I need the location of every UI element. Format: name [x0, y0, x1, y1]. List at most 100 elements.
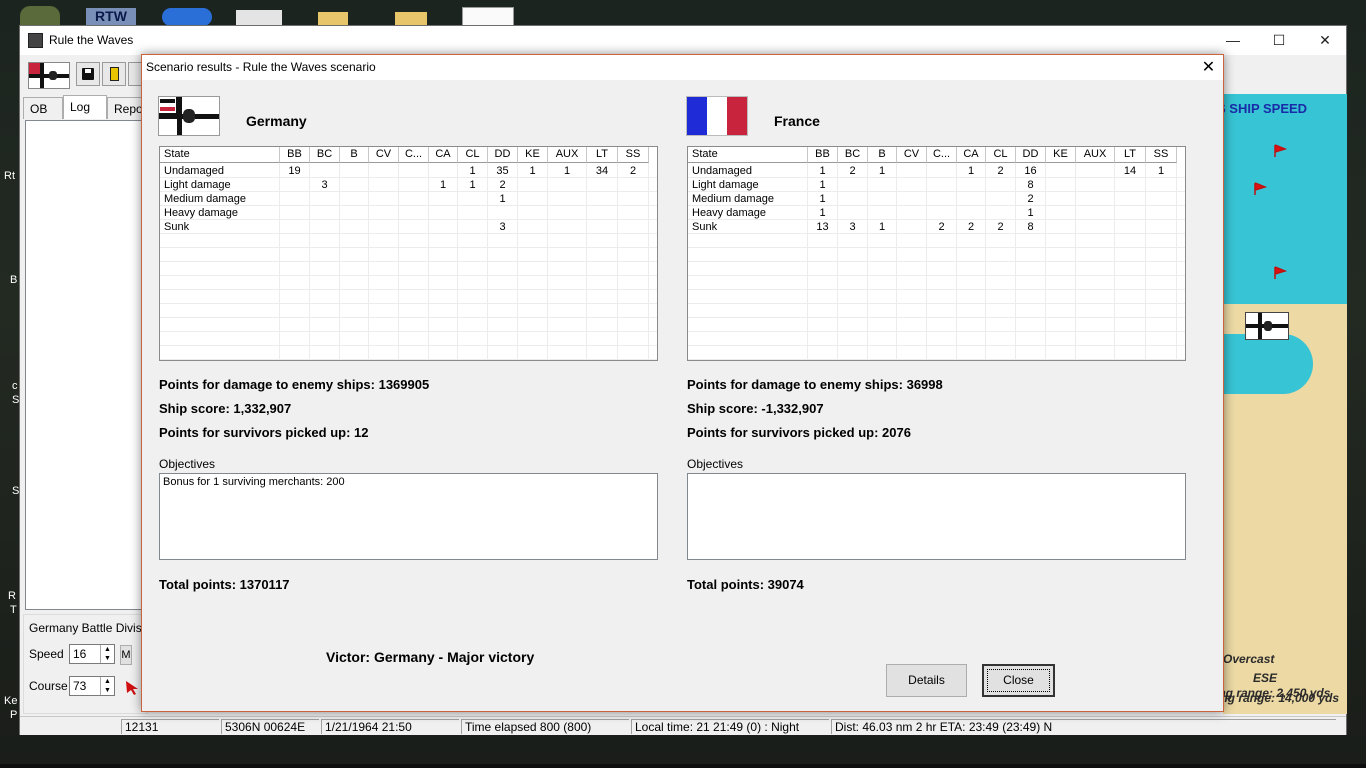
- table-cell: [927, 178, 957, 192]
- column-header[interactable]: CL: [458, 147, 488, 163]
- column-header[interactable]: AUX: [548, 147, 587, 163]
- table-cell: 1: [1016, 206, 1046, 220]
- close-icon[interactable]: ✕: [1302, 26, 1348, 55]
- map-weather: Overcast: [1223, 652, 1275, 666]
- spin-arrows-icon[interactable]: ▲ ▼: [100, 677, 114, 695]
- column-header[interactable]: SS: [618, 147, 649, 163]
- table-cell: [548, 192, 587, 206]
- column-header[interactable]: CV: [369, 147, 399, 163]
- column-separator: [309, 163, 310, 360]
- folder-icon[interactable]: [395, 12, 427, 26]
- column-header[interactable]: BB: [808, 147, 838, 163]
- report-icon[interactable]: [102, 62, 126, 86]
- desktop-label: B: [10, 274, 18, 286]
- table-cell: 2: [986, 164, 1016, 178]
- row-state-label: Sunk: [688, 220, 808, 234]
- column-header[interactable]: LT: [1115, 147, 1146, 163]
- dialog-title-bar[interactable]: Scenario results - Rule the Waves scenar…: [142, 55, 1223, 80]
- desktop-label: R: [8, 590, 16, 602]
- table-cell: [429, 220, 458, 234]
- table-cell: [340, 192, 369, 206]
- germany-flag: [158, 96, 220, 136]
- germany-flag-button[interactable]: [28, 62, 70, 89]
- column-header[interactable]: LT: [587, 147, 618, 163]
- row-state-label: Undamaged: [160, 164, 280, 178]
- desktop-icon-1[interactable]: [20, 6, 60, 26]
- toolbar-more-icon[interactable]: [128, 62, 142, 86]
- column-header[interactable]: KE: [1046, 147, 1076, 163]
- table-cell: 1: [518, 164, 548, 178]
- close-icon[interactable]: ✕: [1194, 55, 1223, 80]
- spin-arrows-icon[interactable]: ▲ ▼: [100, 645, 114, 663]
- tab-log[interactable]: Log: [63, 95, 107, 119]
- table-cell: [618, 220, 649, 234]
- main-title-bar[interactable]: Rule the Waves — ☐ ✕: [20, 26, 1346, 55]
- right-results-table[interactable]: State BB BC B CV C... CA CL DD KE AUX LT SS Undamaged…: [687, 146, 1186, 361]
- course-stepper[interactable]: 73 ▲ ▼: [69, 676, 115, 696]
- desktop-icon-rtw[interactable]: RTW: [86, 8, 136, 26]
- column-header[interactable]: BC: [310, 147, 340, 163]
- details-button[interactable]: Details: [886, 664, 967, 697]
- speed-stepper[interactable]: 16 ▲ ▼: [69, 644, 115, 664]
- row-state-label: Sunk: [160, 220, 280, 234]
- column-header[interactable]: B: [340, 147, 369, 163]
- minimize-icon[interactable]: —: [1210, 26, 1256, 55]
- column-separator: [648, 163, 649, 360]
- table-cell: [340, 206, 369, 220]
- column-header[interactable]: State: [688, 147, 808, 163]
- column-header[interactable]: SS: [1146, 147, 1177, 163]
- close-button[interactable]: Close: [982, 664, 1055, 697]
- column-header[interactable]: CA: [429, 147, 458, 163]
- table-cell: [369, 192, 399, 206]
- table-cell: [340, 220, 369, 234]
- right-objectives-box[interactable]: [687, 473, 1186, 560]
- flag-marker-icon[interactable]: [1273, 266, 1288, 280]
- column-separator: [617, 163, 618, 360]
- column-header[interactable]: BC: [838, 147, 868, 163]
- row-state-label: Light damage: [160, 178, 280, 192]
- column-header[interactable]: CV: [897, 147, 927, 163]
- flag-marker-icon[interactable]: [1253, 182, 1268, 196]
- column-header[interactable]: AUX: [1076, 147, 1115, 163]
- log-list[interactable]: [25, 120, 148, 610]
- column-separator: [487, 163, 488, 360]
- column-separator: [428, 163, 429, 360]
- column-header[interactable]: CA: [957, 147, 986, 163]
- division-panel: Germany Battle Division Speed 16 ▲ ▼ M Co…: [23, 614, 158, 714]
- pointer-arrow-icon[interactable]: [124, 679, 140, 695]
- status-cell: Time elapsed 800 (800): [461, 719, 629, 734]
- column-header[interactable]: C...: [927, 147, 957, 163]
- table-cell: [518, 220, 548, 234]
- move-button[interactable]: M: [120, 645, 132, 665]
- desktop-icon-doc[interactable]: [462, 7, 514, 26]
- table-cell: [399, 164, 429, 178]
- column-header[interactable]: B: [868, 147, 897, 163]
- table-cell: [618, 192, 649, 206]
- dialog-title: Scenario results - Rule the Waves scenar…: [146, 60, 376, 74]
- desktop-icon-3[interactable]: [162, 8, 212, 26]
- battle-map[interactable]: S SHIP SPEED Overcast ESE ing range: 14,…: [1223, 94, 1347, 714]
- maximize-icon[interactable]: ☐: [1256, 26, 1302, 55]
- column-header[interactable]: C...: [399, 147, 429, 163]
- column-header[interactable]: CL: [986, 147, 1016, 163]
- folder-icon[interactable]: [318, 12, 348, 26]
- tab-ob[interactable]: OB: [23, 97, 63, 119]
- column-header[interactable]: KE: [518, 147, 548, 163]
- save-icon[interactable]: [76, 62, 100, 86]
- table-cell: [280, 192, 310, 206]
- table-cell: [1146, 178, 1177, 192]
- desktop-icon-4[interactable]: [236, 10, 282, 26]
- left-objectives-box[interactable]: Bonus for 1 surviving merchants: 200: [159, 473, 658, 560]
- left-results-table[interactable]: State BB BC B CV C... CA CL DD KE AUX LT SS Undamaged…: [159, 146, 658, 361]
- main-window-title: Rule the Waves: [49, 33, 134, 47]
- table-cell: 8: [1016, 220, 1046, 234]
- column-header[interactable]: State: [160, 147, 280, 163]
- column-separator: [457, 163, 458, 360]
- column-header[interactable]: DD: [1016, 147, 1046, 163]
- table-cell: [838, 192, 868, 206]
- column-header[interactable]: DD: [488, 147, 518, 163]
- flag-marker-icon[interactable]: [1273, 144, 1288, 158]
- grid-line: [160, 234, 657, 248]
- germany-unit-marker[interactable]: [1245, 312, 1289, 340]
- column-header[interactable]: BB: [280, 147, 310, 163]
